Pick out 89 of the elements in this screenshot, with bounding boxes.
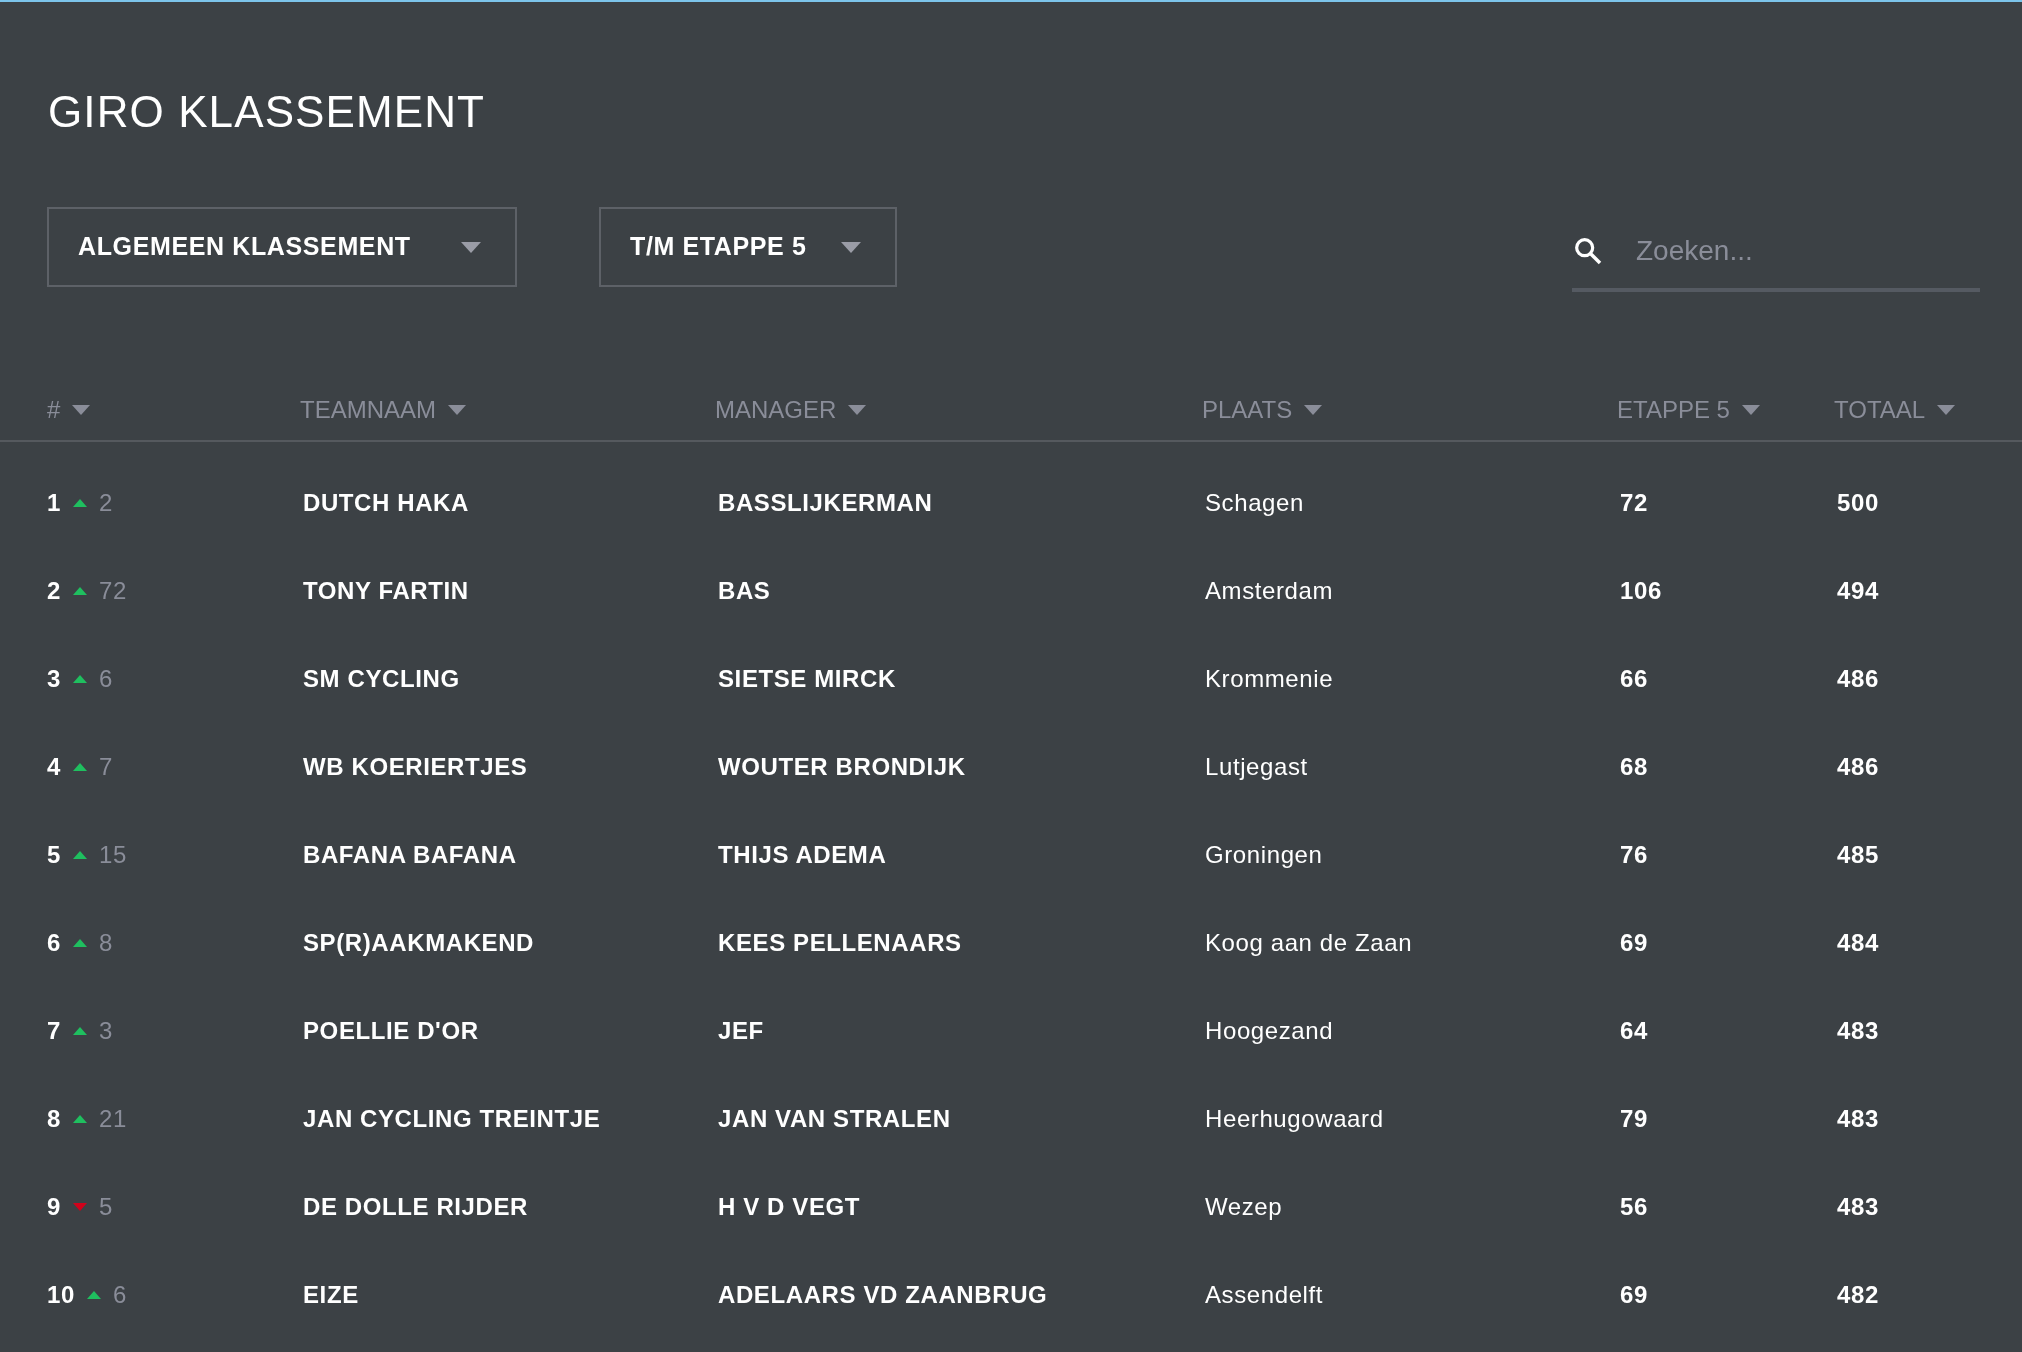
sort-caret-icon xyxy=(848,405,867,415)
team-name: WB KOERIERTJES xyxy=(303,753,528,780)
total-points: 494 xyxy=(1837,577,1879,604)
manager-name: BAS xyxy=(718,577,771,604)
total-points: 486 xyxy=(1837,753,1879,780)
stage-points: 66 xyxy=(1620,665,1648,692)
manager-name: JEF xyxy=(718,1017,764,1044)
rank-change: 72 xyxy=(98,576,127,606)
place: Hoogezand xyxy=(1205,1017,1334,1044)
total-points: 485 xyxy=(1837,841,1879,868)
rank: 7 xyxy=(47,1016,61,1046)
sort-caret-icon xyxy=(448,405,466,415)
manager-name: WOUTER BRONDIJK xyxy=(718,753,966,780)
team-name: POELLIE D'OR xyxy=(303,1017,479,1044)
manager-name: SIETSE MIRCK xyxy=(718,665,896,692)
place: Heerhugowaard xyxy=(1205,1105,1384,1132)
stage-points: 106 xyxy=(1620,577,1662,604)
team-name: JAN CYCLING TREINTJE xyxy=(303,1105,601,1132)
rank: 5 xyxy=(47,840,61,870)
total-points: 483 xyxy=(1837,1193,1879,1220)
rank: 4 xyxy=(47,752,61,782)
team-name: EIZE xyxy=(303,1281,359,1308)
stage-points: 79 xyxy=(1620,1105,1648,1132)
manager-name: JAN VAN STRALEN xyxy=(718,1105,951,1132)
place: Wezep xyxy=(1205,1193,1283,1220)
column-header[interactable]: PLAATS xyxy=(1202,392,1323,428)
manager-name: ADELAARS VD ZAANBRUG xyxy=(718,1281,1048,1308)
column-header[interactable]: TOTAAL xyxy=(1834,392,1956,428)
column-header[interactable]: TEAMNAAM xyxy=(300,392,466,428)
search-icon xyxy=(1572,235,1604,267)
team-name: BAFANA BAFANA xyxy=(303,841,517,868)
team-name: SP(R)AAKMAKEND xyxy=(303,929,535,956)
rank-change: 3 xyxy=(98,1016,113,1046)
manager-name: BASSLIJKERMAN xyxy=(718,489,933,516)
place: Koog aan de Zaan xyxy=(1205,929,1413,956)
rank: 9 xyxy=(47,1192,61,1222)
column-header[interactable]: # xyxy=(47,392,91,428)
total-points: 484 xyxy=(1837,929,1879,956)
sort-caret-icon xyxy=(72,405,91,415)
rank: 3 xyxy=(47,664,61,694)
rank: 6 xyxy=(47,928,61,958)
column-header[interactable]: ETAPPE 5 xyxy=(1617,392,1760,428)
sort-caret-icon xyxy=(1741,405,1760,415)
place: Krommenie xyxy=(1205,665,1334,692)
stage-points: 69 xyxy=(1620,1281,1648,1308)
place: Schagen xyxy=(1205,489,1304,516)
total-points: 500 xyxy=(1837,489,1879,516)
filter-dropdown[interactable]: T/M ETAPPE 5 xyxy=(599,207,897,287)
search-field[interactable]: Zoeken... xyxy=(1636,230,1966,272)
stage-points: 69 xyxy=(1620,929,1648,956)
total-points: 483 xyxy=(1837,1017,1879,1044)
rank-change: 6 xyxy=(112,1280,127,1310)
manager-name: THIJS ADEMA xyxy=(718,841,887,868)
rank-change: 8 xyxy=(98,928,113,958)
total-points: 486 xyxy=(1837,665,1879,692)
total-points: 482 xyxy=(1837,1281,1879,1308)
place: Amsterdam xyxy=(1205,577,1334,604)
rank-change: 6 xyxy=(98,664,113,694)
sort-caret-icon xyxy=(1304,405,1323,415)
rank: 10 xyxy=(47,1280,75,1310)
rank-change: 21 xyxy=(98,1104,127,1134)
place: Assendelft xyxy=(1205,1281,1324,1308)
page-title: GIRO KLASSEMENT xyxy=(48,90,487,134)
place: Lutjegast xyxy=(1205,753,1308,780)
stage-points: 76 xyxy=(1620,841,1648,868)
filter-dropdown[interactable]: ALGEMEEN KLASSEMENT xyxy=(47,207,517,287)
sort-caret-icon xyxy=(1937,405,1956,415)
place: Groningen xyxy=(1205,841,1323,868)
team-name: DE DOLLE RIJDER xyxy=(303,1193,529,1220)
rank: 1 xyxy=(47,488,61,518)
manager-name: H V D VEGT xyxy=(718,1193,861,1220)
caret-icon xyxy=(461,241,481,253)
team-name: DUTCH HAKA xyxy=(303,489,469,516)
team-name: TONY FARTIN xyxy=(303,577,469,604)
caret-icon xyxy=(841,241,861,253)
rank: 2 xyxy=(47,576,61,606)
stage-points: 72 xyxy=(1620,489,1648,516)
stage-points: 56 xyxy=(1620,1193,1648,1220)
rank-change: 7 xyxy=(98,752,113,782)
rank-change: 15 xyxy=(98,840,127,870)
rank-change: 2 xyxy=(98,488,113,518)
stage-points: 68 xyxy=(1620,753,1648,780)
stage-points: 64 xyxy=(1620,1017,1648,1044)
team-name: SM CYCLING xyxy=(303,665,460,692)
manager-name: KEES PELLENAARS xyxy=(718,929,962,956)
total-points: 483 xyxy=(1837,1105,1879,1132)
rank: 8 xyxy=(47,1104,61,1134)
column-header[interactable]: MANAGER xyxy=(715,392,867,428)
rank-change: 5 xyxy=(98,1192,113,1222)
